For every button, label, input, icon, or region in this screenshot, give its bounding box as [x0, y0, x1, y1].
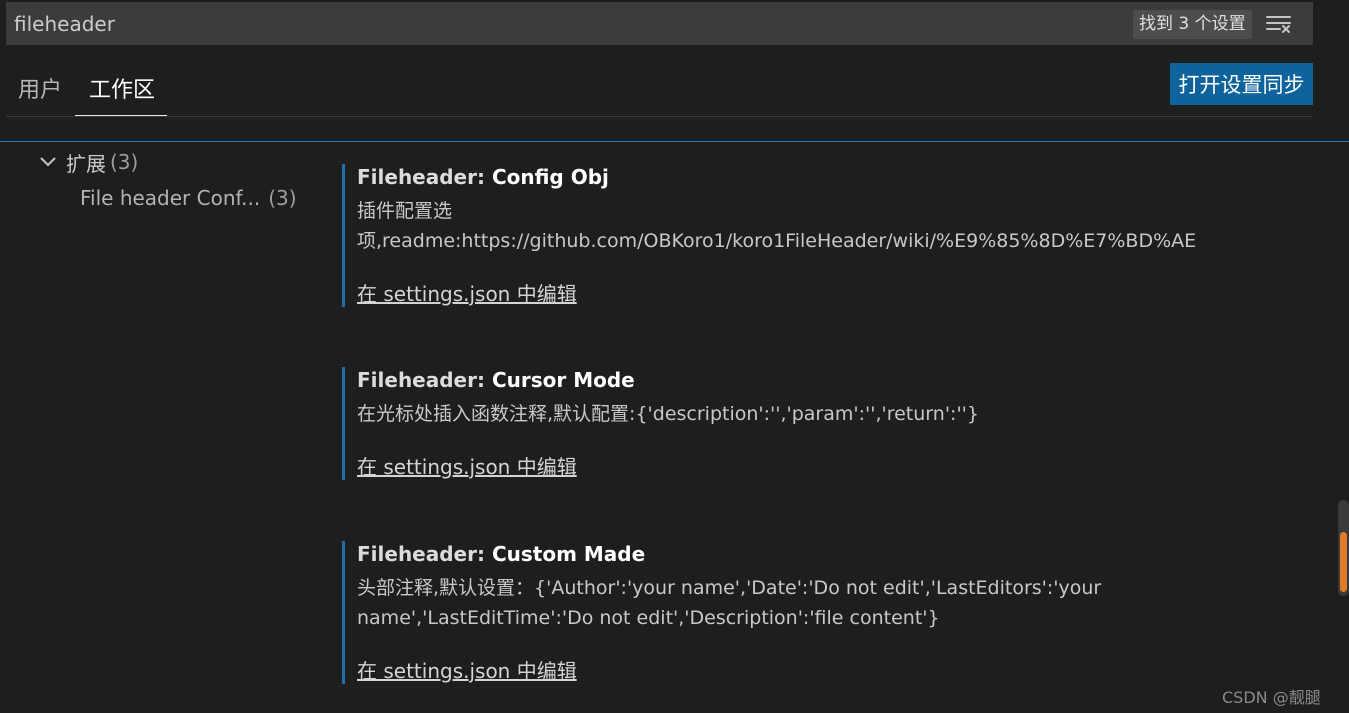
setting-description: 头部注释,默认设置：{'Author':'your name','Date':'… — [357, 577, 1102, 629]
tab-user[interactable]: 用户 — [18, 72, 62, 104]
setting-name: Config Obj — [491, 165, 609, 189]
setting-title: Fileheader: Custom Made — [357, 541, 1262, 567]
setting-category: Fileheader: — [357, 165, 492, 189]
setting-description: 插件配置选项,readme:https://github.com/OBKoro1… — [357, 200, 1197, 252]
setting-category: Fileheader: — [357, 368, 492, 392]
toc-item-label: File header Conf... — [80, 186, 261, 210]
toc-group-label: 扩展 — [66, 151, 106, 176]
toc-item-count: (3) — [268, 186, 297, 210]
tab-workspace[interactable]: 工作区 — [89, 72, 155, 104]
setting-config-obj: Fileheader: Config Obj 插件配置选项,readme:htt… — [342, 164, 1262, 307]
filter-lines-icon[interactable] — [1264, 11, 1294, 37]
setting-title: Fileheader: Config Obj — [357, 164, 1262, 190]
search-bar: 找到 3 个设置 — [6, 2, 1313, 45]
setting-cursor-mode: Fileheader: Cursor Mode 在光标处插入函数注释,默认配置:… — [342, 367, 1262, 480]
turn-on-settings-sync-button[interactable]: 打开设置同步 — [1170, 63, 1313, 105]
setting-name: Custom Made — [491, 542, 646, 566]
search-result-count: 找到 3 个设置 — [1133, 10, 1252, 39]
header-separator — [0, 141, 1349, 142]
edit-in-settings-json-link[interactable]: 在 settings.json 中编辑 — [357, 278, 577, 307]
edit-in-settings-json-link[interactable]: 在 settings.json 中编辑 — [357, 451, 577, 480]
setting-name: Cursor Mode — [491, 368, 635, 392]
edit-in-settings-json-link[interactable]: 在 settings.json 中编辑 — [357, 655, 577, 684]
setting-description: 在光标处插入函数注释,默认配置:{'description':'','param… — [357, 403, 979, 425]
search-input[interactable] — [6, 2, 1124, 45]
setting-custom-made: Fileheader: Custom Made 头部注释,默认设置：{'Auth… — [342, 541, 1262, 684]
setting-title: Fileheader: Cursor Mode — [357, 367, 1262, 393]
tabs-divider — [6, 116, 1313, 117]
scrollbar-thumb[interactable] — [1340, 532, 1347, 592]
setting-category: Fileheader: — [357, 542, 492, 566]
toc-group-extensions[interactable]: 扩展 (3) — [38, 146, 138, 178]
toc-group-count: (3) — [110, 150, 139, 174]
watermark: CSDN @靓腿 — [1222, 688, 1321, 707]
chevron-down-icon — [38, 152, 58, 172]
toc-item-file-header-config[interactable]: File header Conf... (3) — [80, 182, 297, 214]
